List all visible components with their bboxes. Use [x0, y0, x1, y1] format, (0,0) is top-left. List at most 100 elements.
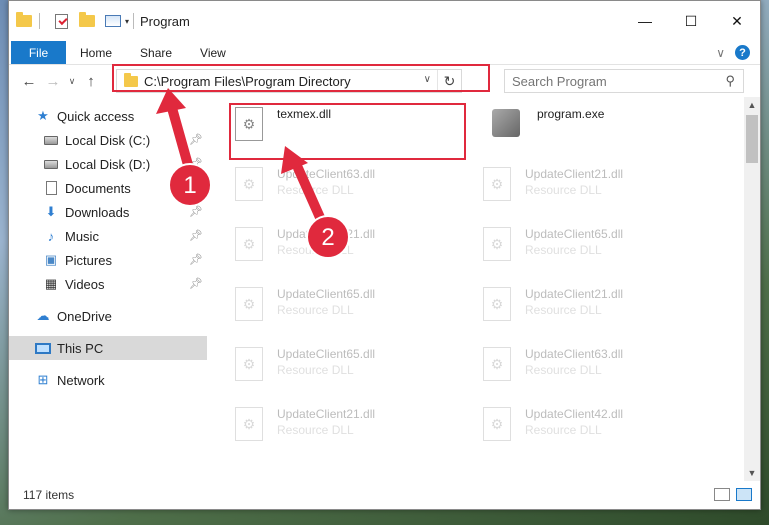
file-item[interactable]: ⚙ UpdateClient63.dll Resource DLL	[207, 157, 447, 215]
file-type: Resource DLL	[525, 423, 602, 437]
cloud-icon: ☁	[36, 308, 50, 323]
sidebar-item-pictures[interactable]: ▣ Pictures 📌︎	[9, 248, 207, 272]
file-item[interactable]: ⚙ UpdateClient21.dll Resource DLL	[455, 157, 695, 215]
expand-ribbon-icon[interactable]: ∨	[716, 46, 725, 60]
sidebar-item-quick-access[interactable]: ★ Quick access	[9, 104, 207, 128]
maximize-button[interactable]: ☐	[668, 1, 714, 41]
close-button[interactable]: ✕	[714, 1, 760, 41]
address-bar-highlight	[112, 64, 490, 92]
sidebar-item-label: Pictures	[65, 252, 112, 268]
videos-icon: ▦	[44, 276, 58, 291]
sidebar-item-this-pc[interactable]: This PC	[9, 336, 207, 360]
vertical-scrollbar[interactable]: ▲ ▼	[744, 97, 760, 481]
file-name: UpdateClient21.dll	[277, 407, 376, 421]
properties-check-icon[interactable]	[50, 10, 72, 32]
divider	[39, 13, 40, 29]
tab-home[interactable]: Home	[66, 41, 126, 64]
file-item[interactable]: ⚙ UpdateClient65.dll Resource DLL	[207, 337, 447, 395]
dll-file-icon: ⚙	[235, 167, 263, 201]
minimize-button[interactable]: —	[622, 1, 668, 41]
dll-file-icon: ⚙	[483, 407, 511, 441]
pin-icon[interactable]: 📌︎	[189, 181, 203, 194]
documents-icon	[43, 180, 59, 196]
sidebar-item-documents[interactable]: Documents 📌︎	[9, 176, 207, 200]
file-type: Resource DLL	[277, 183, 354, 197]
dll-file-icon: ⚙	[483, 167, 511, 201]
file-item[interactable]: ⚙ UpdateClient21.dll Resource DLL	[455, 277, 695, 335]
help-icon[interactable]: ?	[735, 45, 750, 60]
tab-share[interactable]: Share	[126, 41, 186, 64]
file-name: UpdateClient65.dll	[525, 227, 624, 241]
pin-icon[interactable]: 📌︎	[189, 253, 203, 266]
file-item[interactable]: ⚙ UpdateClient65.dll Resource DLL	[455, 217, 695, 275]
pin-icon[interactable]: 📌︎	[189, 277, 203, 290]
file-name: UpdateClient42.dll	[525, 407, 624, 421]
file-item[interactable]: ⚙ UpdateClient21.dll Resource DLL	[207, 217, 447, 275]
file-type: Resource DLL	[525, 303, 602, 317]
back-button[interactable]: ←	[17, 69, 41, 93]
scroll-up-arrow-icon[interactable]: ▲	[744, 97, 760, 113]
divider	[133, 13, 135, 29]
navigation-pane: ★ Quick access Local Disk (C:) 📌︎ Local …	[9, 97, 207, 481]
sidebar-item-local-disk-c[interactable]: Local Disk (C:) 📌︎	[9, 128, 207, 152]
network-icon: ⊞	[37, 372, 49, 387]
sidebar-item-onedrive[interactable]: ☁ OneDrive	[9, 304, 207, 328]
search-box[interactable]: ⚲	[504, 69, 744, 93]
details-view-icon[interactable]	[714, 488, 730, 501]
file-type: Resource DLL	[525, 363, 602, 377]
properties-icon[interactable]	[102, 10, 124, 32]
sidebar-item-local-disk-d[interactable]: Local Disk (D:) 📌︎	[9, 152, 207, 176]
forward-button[interactable]: →	[41, 69, 65, 93]
new-folder-icon[interactable]	[76, 10, 98, 32]
pin-icon[interactable]: 📌︎	[189, 157, 203, 170]
file-name: UpdateClient21.dll	[525, 167, 624, 181]
window-controls: — ☐ ✕	[622, 1, 760, 41]
sidebar-item-music[interactable]: ♪ Music 📌︎	[9, 224, 207, 248]
computer-icon	[35, 340, 51, 356]
large-icons-view-icon[interactable]	[736, 488, 752, 501]
customize-toolbar-dropdown-icon[interactable]: ▾	[125, 17, 129, 26]
file-name: UpdateClient63.dll	[277, 167, 376, 181]
file-item[interactable]: ⚙ UpdateClient42.dll Resource DLL	[455, 397, 695, 455]
dll-file-icon: ⚙	[483, 287, 511, 321]
sidebar-item-label: Downloads	[65, 204, 130, 220]
file-type: Resource DLL	[525, 183, 602, 197]
pin-icon[interactable]: 📌︎	[189, 133, 203, 146]
sidebar-item-videos[interactable]: ▦ Videos 📌︎	[9, 272, 207, 296]
file-type: Resource DLL	[277, 303, 354, 317]
file-name: UpdateClient65.dll	[277, 287, 376, 301]
dll-file-icon: ⚙	[483, 347, 511, 381]
sidebar-item-label: Music	[65, 228, 99, 244]
sidebar-item-network[interactable]: ⊞ Network	[9, 368, 207, 392]
disk-icon	[43, 156, 59, 172]
pin-icon[interactable]: 📌︎	[189, 229, 203, 242]
tab-file[interactable]: File	[11, 41, 66, 64]
pin-icon[interactable]: 📌︎	[189, 205, 203, 218]
up-button[interactable]: ↑	[79, 69, 103, 93]
file-type: Resource DLL	[277, 423, 354, 437]
ribbon-tabs: File Home Share View ∨ ?	[9, 41, 760, 65]
ribbon-right-controls: ∨ ?	[716, 45, 750, 60]
file-type: Resource DLL	[277, 363, 354, 377]
file-item[interactable]: ⚙ UpdateClient21.dll Resource DLL	[207, 397, 447, 455]
sidebar-item-label: Local Disk (D:)	[65, 156, 151, 172]
star-icon: ★	[37, 108, 49, 123]
scroll-thumb[interactable]	[746, 115, 758, 163]
status-bar: 117 items	[9, 481, 760, 509]
recent-locations-chevron-down-icon[interactable]: ∨	[65, 69, 79, 93]
file-item[interactable]: ⚙ UpdateClient65.dll Resource DLL	[207, 277, 447, 335]
scroll-down-arrow-icon[interactable]: ▼	[744, 465, 760, 481]
file-name: UpdateClient63.dll	[525, 347, 624, 361]
sidebar-item-label: This PC	[57, 340, 104, 356]
file-name: UpdateClient65.dll	[277, 347, 376, 361]
view-toggles	[714, 488, 752, 501]
file-name: UpdateClient21.dll	[525, 287, 624, 301]
sidebar-item-downloads[interactable]: ⬇ Downloads 📌︎	[9, 200, 207, 224]
disk-icon	[43, 132, 59, 148]
file-item[interactable]: ⚙ UpdateClient63.dll Resource DLL	[455, 337, 695, 395]
search-input[interactable]	[512, 73, 712, 89]
search-icon[interactable]: ⚲	[725, 73, 735, 89]
tab-view[interactable]: View	[186, 41, 240, 64]
sidebar-item-label: Network	[57, 372, 105, 388]
sidebar-item-label: OneDrive	[57, 308, 112, 324]
